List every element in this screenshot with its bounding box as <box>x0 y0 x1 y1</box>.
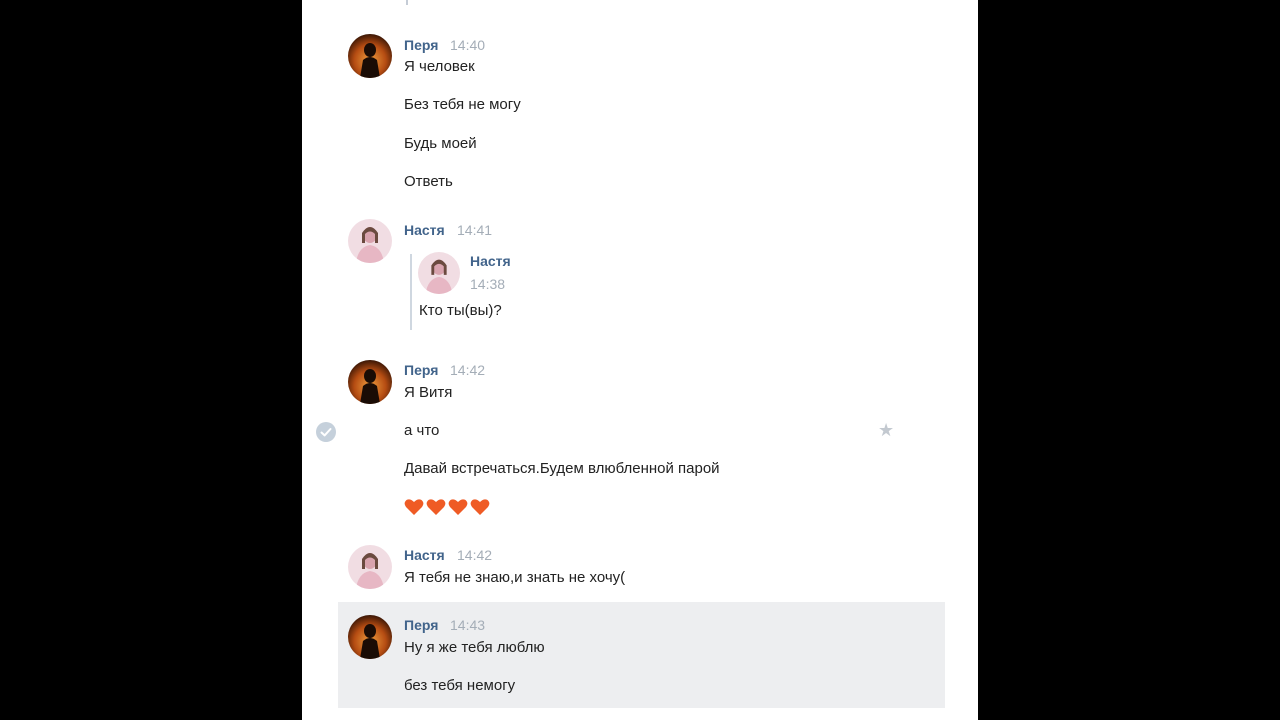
message-text: Давай встречаться.Будем влюбленной парой <box>404 460 720 477</box>
avatar-nastya[interactable] <box>348 545 392 589</box>
message-text: Ответь <box>404 173 453 190</box>
message-time[interactable]: 14:42 <box>450 362 485 378</box>
author-name[interactable]: Настя <box>404 547 445 563</box>
avatar-perya[interactable] <box>348 34 392 78</box>
forward-author-name[interactable]: Настя <box>470 253 511 269</box>
avatar-perya[interactable] <box>348 615 392 659</box>
star-icon[interactable]: ★ <box>878 421 894 439</box>
forward-text: Кто ты(вы)? <box>419 302 502 319</box>
message-time[interactable]: 14:43 <box>450 617 485 633</box>
heart-icon <box>404 498 424 516</box>
message-text: Будь моей <box>404 135 477 152</box>
check-circle-icon[interactable] <box>316 422 336 442</box>
message-text: Я тебя не знаю,и знать не хочу( <box>404 569 626 586</box>
message-text: Я Витя <box>404 384 453 401</box>
message-text: Без тебя не могу <box>404 96 521 113</box>
avatar-nastya[interactable] <box>348 219 392 263</box>
emoji-row <box>404 498 492 518</box>
message-time[interactable]: 14:42 <box>457 547 492 563</box>
forward-avatar-nastya[interactable] <box>418 252 460 294</box>
author-name[interactable]: Перя <box>404 37 438 53</box>
forward-bar <box>410 254 412 330</box>
author-name[interactable]: Перя <box>404 617 438 633</box>
heart-icon <box>448 498 468 516</box>
heart-icon <box>426 498 446 516</box>
chat-page: Перя 14:40 Я человек Без тебя не могу Бу… <box>302 0 978 720</box>
message-text: Ну я же тебя люблю <box>404 639 545 656</box>
avatar-perya[interactable] <box>348 360 392 404</box>
top-divider <box>406 0 408 5</box>
message-text: Я человек <box>404 58 475 75</box>
heart-icon <box>470 498 490 516</box>
message-time[interactable]: 14:40 <box>450 37 485 53</box>
message-text: без тебя немогу <box>404 677 516 694</box>
message-time[interactable]: 14:41 <box>457 222 492 238</box>
message-text: а что <box>404 422 440 439</box>
forward-time[interactable]: 14:38 <box>470 276 505 292</box>
author-name[interactable]: Перя <box>404 362 438 378</box>
author-name[interactable]: Настя <box>404 222 445 238</box>
